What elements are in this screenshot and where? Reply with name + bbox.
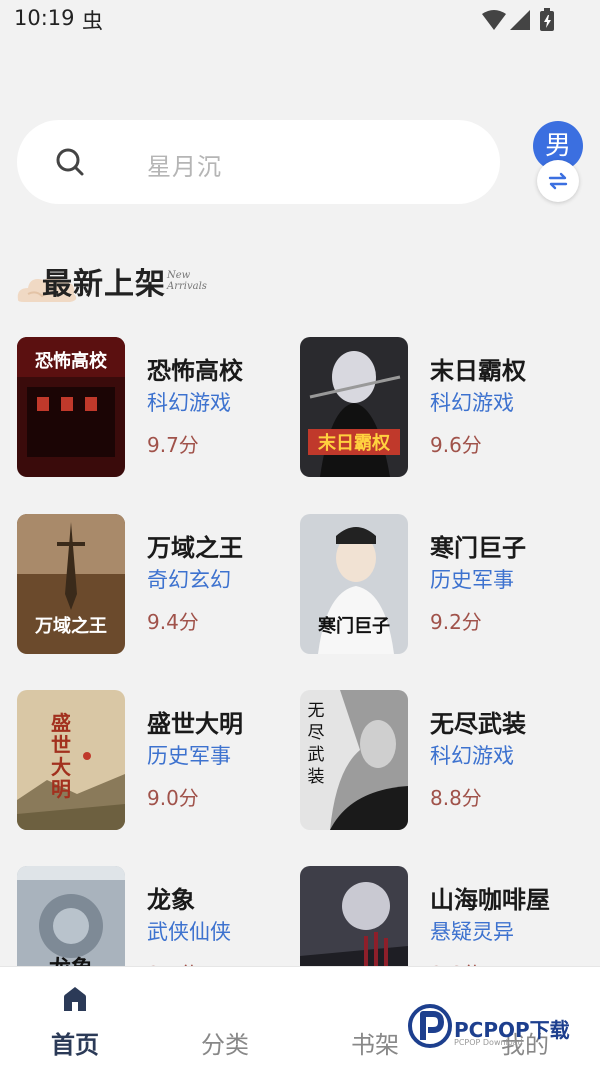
book-card[interactable]: 寒门巨子 寒门巨子 历史军事 9.2分 bbox=[300, 514, 580, 664]
wifi-icon bbox=[482, 10, 506, 30]
book-title: 山海咖啡屋 bbox=[430, 886, 550, 914]
book-card[interactable]: 万域之王 万域之王 奇幻玄幻 9.4分 bbox=[17, 514, 297, 664]
book-score: 9.6分 bbox=[430, 433, 482, 457]
book-genre: 科幻游戏 bbox=[430, 744, 514, 768]
home-icon bbox=[64, 987, 86, 1011]
book-title: 恐怖高校 bbox=[147, 357, 243, 385]
book-score: 8.8分 bbox=[430, 786, 482, 810]
book-score: 9.7分 bbox=[147, 433, 199, 457]
book-title: 无尽武装 bbox=[430, 710, 526, 738]
search-icon bbox=[56, 148, 84, 176]
watermark-small: PCPOP Download bbox=[454, 1038, 523, 1047]
book-genre: 武侠仙侠 bbox=[147, 920, 231, 944]
svg-text:世: 世 bbox=[51, 733, 71, 757]
signal-icon bbox=[510, 10, 530, 30]
section-title: 最新上架 bbox=[42, 267, 166, 302]
book-score: 9.0分 bbox=[147, 786, 199, 810]
book-cover[interactable]: 盛 世 大 明 bbox=[17, 690, 125, 830]
book-genre: 科幻游戏 bbox=[430, 391, 514, 415]
book-score: 9.4分 bbox=[147, 610, 199, 634]
svg-text:万域之王: 万域之王 bbox=[34, 615, 107, 637]
swap-icon bbox=[548, 172, 568, 190]
nav-item-home[interactable]: 首页 bbox=[0, 967, 150, 1066]
search-bar[interactable]: 星月沉 bbox=[17, 120, 500, 204]
svg-text:装: 装 bbox=[308, 767, 325, 787]
swap-gender-button[interactable] bbox=[537, 160, 579, 202]
svg-text:寒门巨子: 寒门巨子 bbox=[317, 615, 390, 637]
section-subtitle: New Arrivals bbox=[167, 270, 207, 292]
svg-text:武: 武 bbox=[308, 745, 325, 765]
book-genre: 历史军事 bbox=[430, 568, 514, 592]
book-title: 万域之王 bbox=[147, 534, 243, 562]
svg-text:无: 无 bbox=[308, 701, 325, 721]
book-card[interactable]: 末日霸权 末日霸权 科幻游戏 9.6分 bbox=[300, 337, 580, 487]
book-cover[interactable]: 万域之王 bbox=[17, 514, 125, 654]
svg-text:尽: 尽 bbox=[308, 723, 325, 743]
svg-text:明: 明 bbox=[51, 777, 71, 801]
nav-label-category: 分类 bbox=[201, 1031, 249, 1059]
book-genre: 奇幻玄幻 bbox=[147, 568, 231, 592]
svg-text:大: 大 bbox=[51, 755, 71, 779]
book-card[interactable]: 恐怖高校 恐怖高校 科幻游戏 9.7分 bbox=[17, 337, 297, 487]
search-placeholder[interactable]: 星月沉 bbox=[147, 147, 222, 182]
book-title: 寒门巨子 bbox=[430, 534, 526, 562]
status-time: 10:19 bbox=[14, 6, 75, 30]
book-genre: 悬疑灵异 bbox=[430, 920, 514, 944]
pcpop-logo-icon bbox=[408, 1004, 452, 1048]
section-subtitle-line2: Arrivals bbox=[167, 281, 207, 292]
book-title: 盛世大明 bbox=[147, 710, 243, 738]
book-genre: 历史军事 bbox=[147, 744, 231, 768]
book-title: 末日霸权 bbox=[430, 357, 526, 385]
book-cover[interactable]: 寒门巨子 bbox=[300, 514, 408, 654]
watermark: PCPOP下载 PCPOP Download bbox=[408, 1004, 598, 1054]
svg-text:盛: 盛 bbox=[51, 711, 71, 735]
section-subtitle-line1: New bbox=[167, 270, 191, 281]
book-card[interactable]: 盛 世 大 明 盛世大明 历史军事 9.0分 bbox=[17, 690, 297, 840]
status-icons bbox=[482, 8, 554, 31]
book-card[interactable]: 无 尽 武 装 无尽武装 科幻游戏 8.8分 bbox=[300, 690, 580, 840]
battery-icon bbox=[540, 8, 554, 31]
svg-text:恐怖高校: 恐怖高校 bbox=[35, 350, 108, 372]
book-score: 9.2分 bbox=[430, 610, 482, 634]
book-cover[interactable]: 恐怖高校 bbox=[17, 337, 125, 477]
nav-label-home: 首页 bbox=[51, 1031, 99, 1059]
debug-icon: 虫 bbox=[82, 9, 103, 33]
book-genre: 科幻游戏 bbox=[147, 391, 231, 415]
nav-item-category[interactable]: 分类 bbox=[150, 967, 300, 1066]
book-cover[interactable]: 无 尽 武 装 bbox=[300, 690, 408, 830]
book-title: 龙象 bbox=[147, 886, 195, 914]
status-bar: 10:19 虫 bbox=[0, 0, 600, 40]
svg-text:末日霸权: 末日霸权 bbox=[318, 432, 391, 454]
book-cover[interactable]: 末日霸权 bbox=[300, 337, 408, 477]
